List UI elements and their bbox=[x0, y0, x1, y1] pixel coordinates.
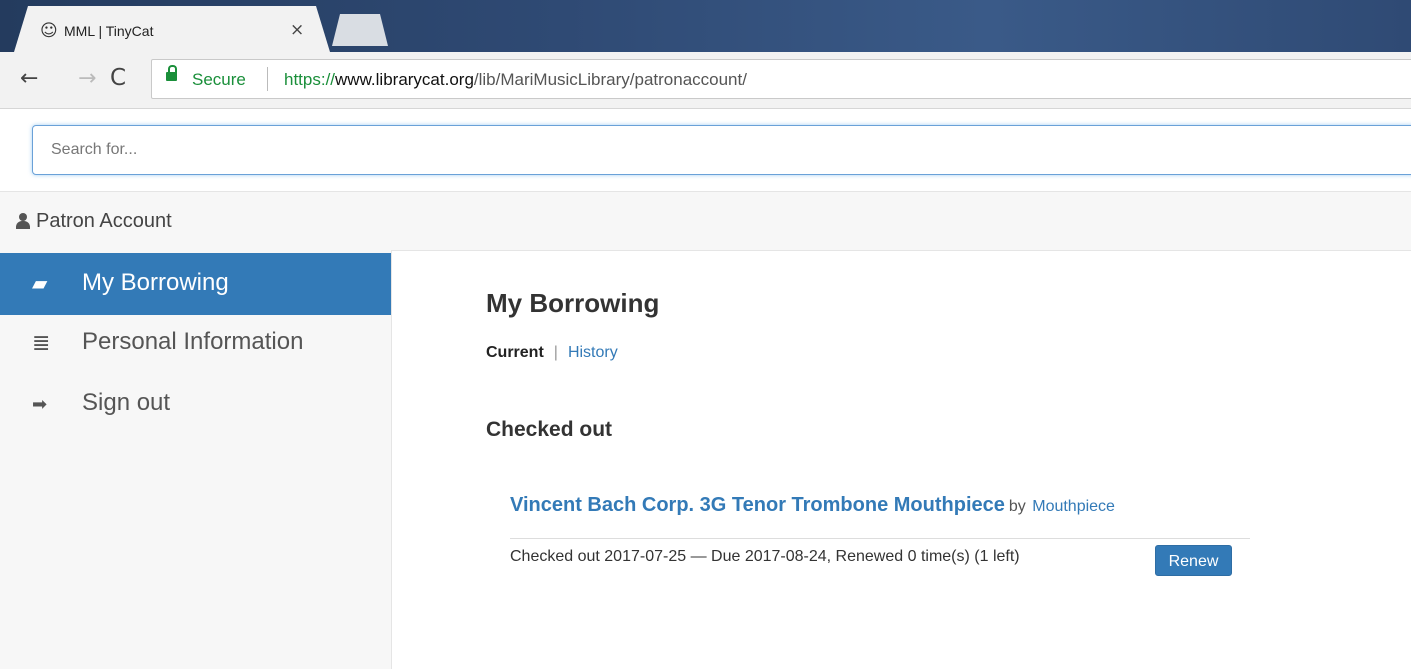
back-icon[interactable]: ← bbox=[20, 66, 38, 91]
item-title-link[interactable]: Vincent Bach Corp. 3G Tenor Trombone Mou… bbox=[510, 494, 1005, 516]
sign-out-icon: ➡ bbox=[32, 394, 48, 415]
address-bar[interactable]: Secure https://www.librarycat.org/lib/Ma… bbox=[151, 59, 1411, 99]
sidebar-item-sign-out[interactable]: ➡ Sign out bbox=[0, 376, 391, 438]
item-by-label: by bbox=[1008, 498, 1026, 515]
item-divider bbox=[510, 538, 1250, 539]
url-host: www.librarycat.org bbox=[335, 70, 474, 89]
tinycat-icon: ☺ bbox=[40, 21, 58, 41]
sidebar-item-label: Sign out bbox=[82, 389, 171, 416]
tab-current[interactable]: Current bbox=[486, 344, 544, 361]
url-path: /lib/MariMusicLibrary/patronaccount/ bbox=[473, 70, 747, 89]
browser-tab[interactable]: ☺ MML | TinyCat × bbox=[14, 6, 330, 52]
borrowing-subnav: Current | History bbox=[486, 344, 618, 362]
search-input[interactable] bbox=[33, 126, 1411, 174]
tab-history[interactable]: History bbox=[568, 344, 618, 361]
list-item: Vincent Bach Corp. 3G Tenor Trombone Mou… bbox=[510, 494, 1115, 517]
patron-account-label: Patron Account bbox=[36, 210, 172, 232]
list-icon: ≣ bbox=[32, 331, 51, 356]
reload-icon[interactable]: C bbox=[110, 65, 126, 91]
book-icon: ▰ bbox=[32, 271, 48, 295]
item-status: Checked out 2017-07-25 — Due 2017-08-24,… bbox=[510, 548, 1020, 565]
lock-icon bbox=[166, 65, 177, 81]
subnav-separator: | bbox=[553, 344, 558, 361]
renew-button[interactable]: Renew bbox=[1155, 545, 1232, 576]
tab-close-icon[interactable]: × bbox=[290, 20, 304, 40]
url-scheme: https:// bbox=[284, 70, 336, 89]
tab-title: MML | TinyCat bbox=[64, 23, 154, 39]
sidebar: ▰ My Borrowing ≣ Personal Information ➡ … bbox=[0, 250, 392, 669]
sidebar-item-personal-information[interactable]: ≣ Personal Information bbox=[0, 315, 391, 377]
search-box[interactable] bbox=[32, 125, 1411, 175]
browser-toolbar: ← → C Secure https://www.librarycat.org/… bbox=[0, 52, 1411, 109]
address-divider bbox=[267, 67, 268, 91]
section-title: Checked out bbox=[486, 418, 613, 441]
forward-icon[interactable]: → bbox=[78, 66, 96, 91]
url-text[interactable]: https://www.librarycat.org/lib/MariMusic… bbox=[284, 70, 747, 90]
browser-tab-strip: ☺ MML | TinyCat × bbox=[0, 0, 1411, 52]
secure-label: Secure bbox=[192, 70, 246, 89]
new-tab-button[interactable] bbox=[332, 14, 388, 46]
page-title: My Borrowing bbox=[486, 288, 660, 318]
sidebar-item-label: Personal Information bbox=[82, 328, 304, 355]
user-icon bbox=[16, 213, 30, 229]
sidebar-item-my-borrowing[interactable]: ▰ My Borrowing bbox=[0, 253, 391, 315]
item-author-link[interactable]: Mouthpiece bbox=[1032, 498, 1115, 515]
sidebar-item-label: My Borrowing bbox=[82, 269, 229, 296]
patron-account-header: Patron Account bbox=[0, 191, 1411, 251]
